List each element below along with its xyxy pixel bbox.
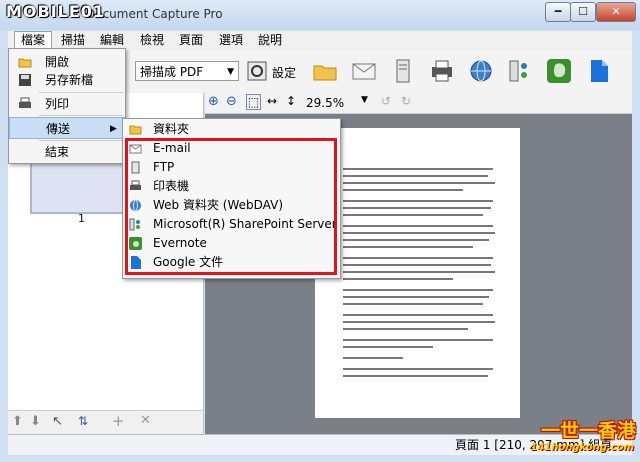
menu-options[interactable]: 選項: [213, 31, 249, 50]
arrow-up-icon[interactable]: ⬆: [12, 414, 23, 429]
window-title: Document Capture Pro: [86, 7, 223, 21]
document-page: [315, 128, 520, 418]
file-menu-send[interactable]: 傳送 ▶: [9, 117, 125, 139]
send-to-folder[interactable]: 資料夾: [123, 120, 340, 139]
add-icon[interactable]: +: [112, 412, 125, 430]
fit-width-icon[interactable]: ↔: [267, 94, 277, 108]
zoom-value[interactable]: 29.5%: [306, 95, 368, 111]
minimize-button[interactable]: ━: [545, 2, 571, 22]
menu-help[interactable]: 說明: [252, 31, 288, 50]
thumbnail-toolbar: ⬆ ⬇ ↖ ⇅ + ✕: [8, 410, 203, 435]
folder-toolbar-icon[interactable]: [312, 58, 338, 84]
file-menu: 開啟 另存新檔 列印 傳送 ▶ 結束: [8, 48, 126, 164]
logo-domain: 141hongkong.com: [530, 442, 634, 453]
fit-height-icon[interactable]: ↕: [286, 94, 296, 108]
zoom-in-icon[interactable]: ⊕: [208, 94, 219, 109]
globe-toolbar-icon[interactable]: [468, 58, 494, 84]
delete-icon[interactable]: ✕: [140, 413, 151, 428]
fit-page-icon[interactable]: ⬚: [246, 94, 261, 110]
sort-icon[interactable]: ⇅: [78, 414, 88, 428]
logo-title: 一世一香港: [540, 420, 636, 442]
close-button[interactable]: ✕: [596, 2, 636, 22]
rotate-left-icon[interactable]: ↺: [381, 94, 391, 108]
printer-icon: [19, 97, 31, 108]
rotate-right-icon[interactable]: ↻: [401, 94, 411, 108]
folder-icon: [129, 125, 142, 135]
save-icon: [19, 74, 31, 86]
watermark: MOBILE01: [6, 2, 106, 21]
printer-toolbar-icon[interactable]: [429, 58, 455, 84]
ftp-toolbar-icon[interactable]: [390, 58, 416, 84]
menu-view[interactable]: 檢視: [134, 31, 170, 50]
menu-page[interactable]: 頁面: [173, 31, 209, 50]
sharepoint-toolbar-icon[interactable]: [507, 58, 533, 84]
scan-to-label: 掃描成 PDF: [140, 65, 204, 79]
thumbnail-page-number: 1: [78, 212, 85, 225]
maximize-button[interactable]: ☐: [570, 2, 596, 22]
evernote-toolbar-icon[interactable]: [546, 58, 572, 84]
file-menu-save-as[interactable]: 另存新檔: [9, 69, 125, 91]
file-menu-print[interactable]: 列印: [9, 93, 125, 115]
folder-icon: [18, 58, 32, 68]
email-toolbar-icon[interactable]: [351, 58, 377, 84]
settings-button[interactable]: 設定: [272, 64, 296, 81]
scan-to-select[interactable]: 掃描成 PDF ▼: [135, 61, 239, 81]
settings-icon[interactable]: [246, 60, 268, 82]
zoom-out-icon[interactable]: ⊖: [226, 94, 237, 109]
arrow-down-icon[interactable]: ⬇: [30, 414, 41, 429]
viewer-toolbar: ⊕ ⊖ ⬚ ↔ ↕ ▼ ↺ ↻: [205, 93, 632, 114]
chevron-down-icon: ▼: [227, 67, 234, 77]
file-menu-exit[interactable]: 結束: [9, 141, 125, 163]
submenu-arrow-icon: ▶: [110, 124, 117, 134]
site-logo: 一世一香港 141hongkong.com: [530, 414, 638, 460]
highlight-box: [125, 138, 337, 275]
pointer-icon[interactable]: ↖: [52, 414, 63, 429]
google-docs-toolbar-icon[interactable]: [586, 58, 612, 84]
